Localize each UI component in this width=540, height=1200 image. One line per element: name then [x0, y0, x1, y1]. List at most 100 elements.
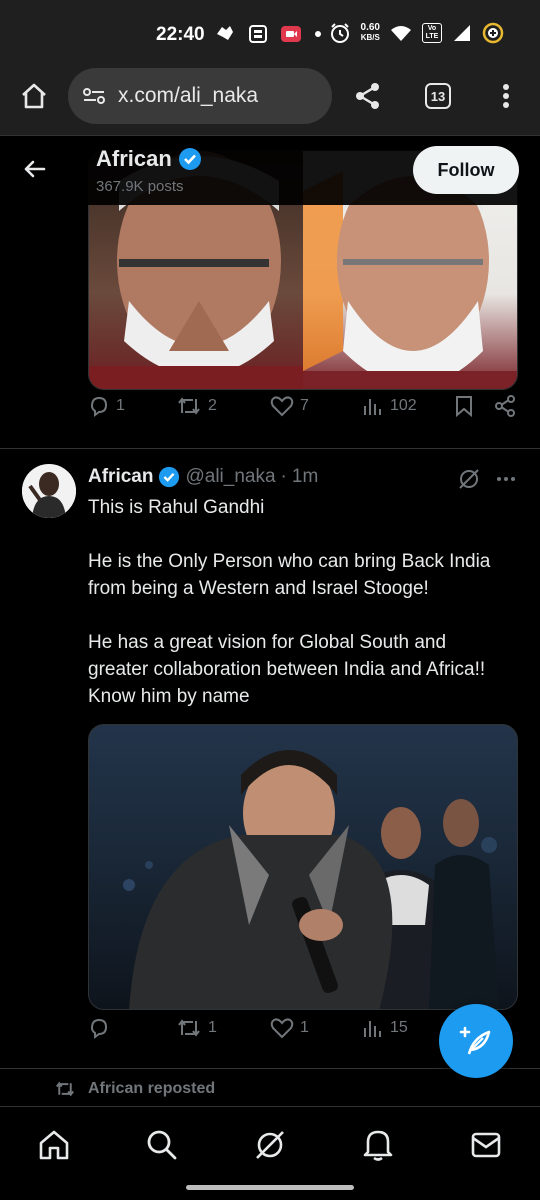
share-icon [356, 83, 379, 109]
home-indicator[interactable] [186, 1185, 354, 1190]
bell-icon [363, 1130, 393, 1161]
compose-post-button[interactable] [439, 1004, 513, 1078]
status-notification-icons [214, 24, 322, 44]
verified-badge-icon [159, 466, 180, 488]
tweet-text-line [88, 521, 528, 548]
url-text: x.com/ali_naka [118, 84, 259, 107]
profile-header: African 367.9K posts Follow [0, 136, 540, 205]
net-speed-value: 0.60 [360, 22, 380, 33]
tweet-more-button[interactable] [495, 468, 517, 495]
tweet-text-line: This is Rahul Gandhi [88, 497, 265, 518]
share-tweet-button[interactable] [494, 395, 516, 417]
tweet-text-line: Know him by name [88, 686, 250, 707]
reply-count: 1 [116, 397, 125, 414]
repost-icon [178, 1019, 200, 1037]
volte-top: Vo [427, 25, 437, 32]
status-time: 22:40 [156, 24, 205, 45]
nav-home[interactable] [34, 1125, 74, 1165]
tweet-image-rahul[interactable] [88, 724, 518, 1010]
app-notification-icon [217, 26, 233, 40]
repost-button[interactable]: 2 [176, 395, 217, 417]
tweet-text-line: greater collaboration between India and … [88, 659, 486, 680]
tweet-text-line [88, 602, 528, 629]
reply-button[interactable] [88, 1017, 110, 1039]
bookmark-button[interactable] [454, 395, 474, 417]
reply-icon [90, 1018, 108, 1039]
profile-post-count: 367.9K posts [96, 178, 184, 195]
home-button[interactable] [16, 78, 52, 114]
site-settings-icon[interactable] [82, 86, 106, 106]
tweet-handle[interactable]: @ali_naka [185, 466, 275, 488]
views-icon [364, 1021, 381, 1037]
like-button[interactable]: 1 [270, 1017, 309, 1039]
battery-icon [482, 22, 504, 44]
avatar-illustration [22, 464, 76, 518]
tweet-text-line: He is the Only Person who can bring Back… [88, 551, 491, 572]
back-button[interactable] [20, 154, 50, 189]
tab-switcher-button[interactable]: 13 [420, 78, 456, 114]
grok-button[interactable] [457, 467, 481, 496]
views-button[interactable]: 102 [362, 395, 417, 417]
nav-notifications[interactable] [358, 1125, 398, 1165]
tweet-text-line: He has a great vision for Global South a… [88, 632, 447, 653]
compose-feather-icon [459, 1026, 491, 1055]
views-icon [364, 399, 381, 415]
tweet-author-name[interactable]: African [88, 466, 153, 488]
search-icon [147, 1130, 177, 1160]
repost-icon [56, 1081, 74, 1097]
heart-icon [270, 1018, 294, 1039]
status-bar: 22:40 0.60 KB/S Vo LTE [0, 0, 540, 64]
mail-icon [471, 1132, 501, 1158]
address-bar[interactable]: x.com/ali_naka [68, 68, 332, 124]
badge-notification-icon [249, 25, 267, 43]
repost-count: 1 [208, 1019, 217, 1036]
avatar[interactable] [22, 464, 76, 518]
volte-badge: Vo LTE [422, 23, 442, 43]
repost-banner: African reposted [54, 1080, 215, 1098]
views-count: 102 [390, 397, 417, 414]
reply-button[interactable]: 1 [88, 395, 125, 417]
repost-count: 2 [208, 397, 217, 414]
tweet-separator: · [280, 466, 287, 487]
more-vertical-icon [503, 84, 509, 108]
like-count: 1 [300, 1019, 309, 1036]
profile-name: African [96, 146, 172, 171]
nav-search[interactable] [142, 1125, 182, 1165]
repost-button[interactable]: 1 [176, 1017, 217, 1039]
grok-icon [256, 1131, 284, 1159]
tweet-divider [0, 448, 540, 449]
repost-banner-text[interactable]: African reposted [88, 1080, 215, 1098]
nav-grok[interactable] [250, 1125, 290, 1165]
back-arrow-icon [24, 160, 46, 178]
tweet-text-line: from being a Western and Israel Stooge! [88, 578, 429, 599]
verified-badge-icon [178, 148, 201, 170]
photo-illustration [123, 750, 499, 1009]
home-icon [22, 83, 46, 109]
tweet2-header: African @ali_naka · 1m [88, 466, 318, 488]
status-system-icons: 0.60 KB/S Vo LTE [329, 22, 504, 44]
home-icon [39, 1130, 69, 1160]
nav-messages[interactable] [466, 1125, 506, 1165]
more-horizontal-icon [497, 477, 515, 481]
tab-count: 13 [425, 83, 451, 109]
tweet-text: This is Rahul Gandhi He is the Only Pers… [88, 494, 528, 710]
net-speed-unit: KB/S [360, 33, 380, 42]
dot-icon [315, 31, 321, 37]
like-count: 7 [300, 397, 309, 414]
profile-name-row: African [96, 146, 202, 172]
alarm-icon [330, 23, 349, 43]
share-button[interactable] [350, 78, 386, 114]
bookmark-icon [456, 396, 472, 417]
wifi-icon [391, 26, 411, 41]
signal-icon [454, 25, 470, 41]
tweet-time[interactable]: 1m [292, 466, 318, 488]
grok-icon [459, 469, 479, 489]
views-button[interactable]: 15 [362, 1017, 408, 1039]
browser-menu-button[interactable] [488, 78, 524, 114]
recording-icon [281, 26, 301, 42]
like-button[interactable]: 7 [270, 395, 309, 417]
follow-button[interactable]: Follow [413, 146, 519, 194]
browser-toolbar: x.com/ali_naka 13 [0, 64, 540, 136]
reply-icon [90, 396, 108, 417]
heart-icon [270, 396, 294, 417]
